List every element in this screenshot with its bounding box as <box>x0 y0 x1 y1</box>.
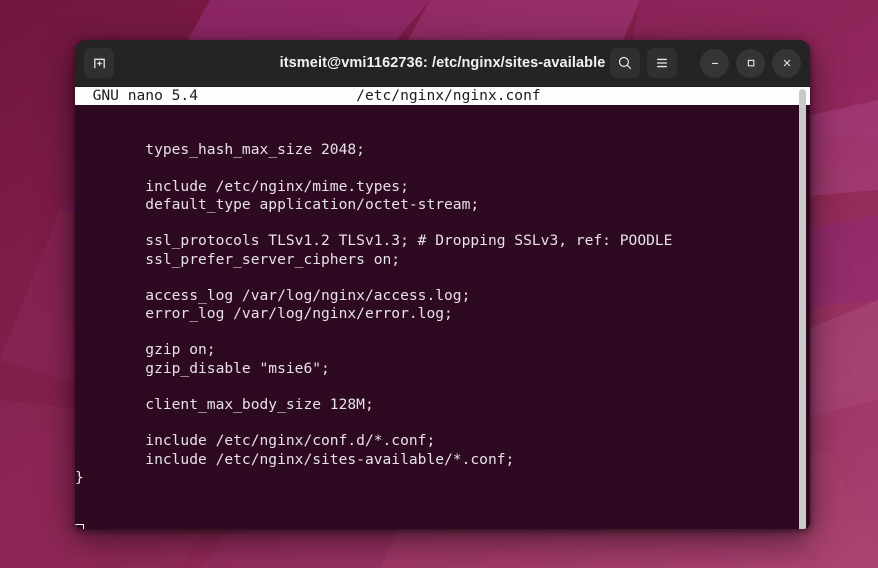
nano-line: gzip_disable "msie6"; <box>75 359 330 377</box>
nano-line <box>75 323 810 341</box>
nano-line: error_log /var/log/nginx/error.log; <box>75 305 453 323</box>
nano-editor[interactable]: GNU nano 5.4 /etc/nginx/nginx.conf types… <box>75 87 810 529</box>
nano-line: access_log /var/log/nginx/access.log; <box>75 286 471 304</box>
nano-line-container: types_hash_max_size 2048; include /etc/n… <box>75 141 810 487</box>
nano-cursor-line <box>75 523 810 529</box>
vertical-scrollbar[interactable] <box>799 89 806 529</box>
nano-line: client_max_body_size 128M; <box>75 396 374 414</box>
close-icon[interactable] <box>772 48 801 78</box>
window-titlebar[interactable]: itsmeit@vmi1162736: /etc/nginx/sites-ava… <box>75 40 810 87</box>
nano-line: } <box>75 468 84 486</box>
nano-line: include /etc/nginx/sites-available/*.con… <box>75 450 515 468</box>
search-icon[interactable] <box>610 48 640 78</box>
nano-line: gzip on; <box>75 341 216 359</box>
nano-line <box>75 160 810 178</box>
desktop-wallpaper: itsmeit@vmi1162736: /etc/nginx/sites-ava… <box>0 0 878 568</box>
nano-text-area[interactable]: types_hash_max_size 2048; include /etc/n… <box>75 105 810 529</box>
nano-line <box>75 269 810 287</box>
nano-line: types_hash_max_size 2048; <box>75 141 365 159</box>
terminal-window[interactable]: itsmeit@vmi1162736: /etc/nginx/sites-ava… <box>75 40 810 529</box>
minimize-icon[interactable] <box>700 48 729 78</box>
nano-line: ssl_protocols TLSv1.2 TLSv1.3; # Droppin… <box>75 232 673 250</box>
text-cursor <box>75 524 84 529</box>
nano-line: include /etc/nginx/conf.d/*.conf; <box>75 432 436 450</box>
nano-line: default_type application/octet-stream; <box>75 195 480 213</box>
nano-line: include /etc/nginx/mime.types; <box>75 177 409 195</box>
nano-line <box>75 378 810 396</box>
maximize-icon[interactable] <box>736 48 765 78</box>
nano-line: ssl_prefer_server_ciphers on; <box>75 250 401 268</box>
hamburger-menu-icon[interactable] <box>647 48 677 78</box>
nano-header-bar: GNU nano 5.4 /etc/nginx/nginx.conf <box>75 87 810 105</box>
nano-line <box>75 214 810 232</box>
new-tab-icon[interactable] <box>84 48 114 78</box>
nano-line <box>75 414 810 432</box>
